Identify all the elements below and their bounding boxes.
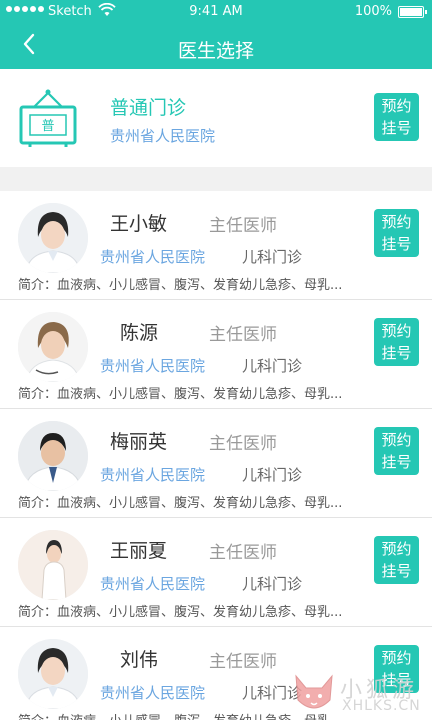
- doctor-avatar: [18, 203, 88, 273]
- doctor-department: 儿科门诊: [242, 357, 303, 375]
- top-bar: Sketch 9:41 AM 100% 医生选择: [0, 0, 432, 69]
- watermark-en: XHLKS.CN: [342, 698, 421, 714]
- doctor-title: 主任医师: [209, 216, 277, 236]
- doctor-hospital: 贵州省人民医院: [100, 466, 206, 484]
- doctor-name: 刘伟: [120, 649, 159, 671]
- book-button[interactable]: 预约 挂号: [374, 209, 419, 257]
- clinic-hospital: 贵州省人民医院: [110, 127, 216, 145]
- doctor-title: 主任医师: [209, 652, 277, 672]
- book-button-line2: 挂号: [381, 562, 412, 580]
- doctor-department: 儿科门诊: [242, 575, 303, 593]
- book-button-line2: 挂号: [381, 344, 412, 362]
- doctor-name: 王小敏: [110, 213, 168, 235]
- doctor-avatar: [18, 530, 88, 600]
- book-button[interactable]: 预约 挂号: [374, 536, 419, 584]
- doctor-title: 主任医师: [209, 434, 277, 454]
- doctor-hospital: 贵州省人民医院: [100, 684, 206, 702]
- doctor-avatar: [18, 421, 88, 491]
- book-button-line2: 挂号: [381, 119, 412, 137]
- clinic-name: 普通门诊: [110, 97, 187, 119]
- doctor-hospital: 贵州省人民医院: [100, 357, 206, 375]
- doctor-intro: 简介：血液病、小儿感冒、腹泻、发育幼儿急疹、母乳...: [18, 387, 343, 402]
- doctor-row[interactable]: 王丽夏 主任医师 贵州省人民医院 儿科门诊 简介：血液病、小儿感冒、腹泻、发育幼…: [0, 518, 432, 627]
- book-button[interactable]: 预约 挂号: [374, 318, 419, 366]
- book-button-line1: 预约: [381, 540, 412, 558]
- doctor-hospital: 贵州省人民医院: [100, 248, 206, 266]
- doctor-intro: 简介：血液病、小儿感冒、腹泻、发育幼儿急疹、母乳...: [18, 278, 343, 293]
- doctor-row[interactable]: 王小敏 主任医师 贵州省人民医院 儿科门诊 简介：血液病、小儿感冒、腹泻、发育幼…: [0, 191, 432, 300]
- doctor-avatar: [18, 312, 88, 382]
- doctor-name: 王丽夏: [110, 540, 168, 562]
- book-button-line1: 预约: [381, 649, 412, 667]
- status-bar: Sketch 9:41 AM 100%: [0, 0, 432, 24]
- doctor-title: 主任医师: [209, 543, 277, 563]
- doctor-department: 儿科门诊: [242, 466, 303, 484]
- battery-icon: [398, 6, 427, 18]
- book-button-line1: 预约: [381, 97, 412, 115]
- battery-percent: 100%: [354, 4, 392, 19]
- doctor-list: 王小敏 主任医师 贵州省人民医院 儿科门诊 简介：血液病、小儿感冒、腹泻、发育幼…: [0, 191, 432, 720]
- section-divider: [0, 167, 432, 191]
- doctor-intro: 简介：血液病、小儿感冒、腹泻、发育幼儿急疹、母乳...: [18, 496, 343, 511]
- page-title: 医生选择: [177, 40, 254, 62]
- book-button-line1: 预约: [381, 213, 412, 231]
- book-button[interactable]: 预约 挂号: [374, 427, 419, 475]
- book-button[interactable]: 预约 挂号: [374, 93, 419, 141]
- doctor-intro: 简介：血液病、小儿感冒、腹泻、发育幼儿急疹、母乳...: [18, 605, 343, 620]
- book-button-line1: 预约: [381, 431, 412, 449]
- book-button-line2: 挂号: [381, 453, 412, 471]
- doctor-name: 陈源: [120, 322, 159, 344]
- doctor-hospital: 贵州省人民医院: [100, 575, 206, 593]
- clinic-sign-label: 普: [41, 119, 54, 134]
- fox-logo-icon: [295, 674, 333, 709]
- clinic-sign-icon: 普: [19, 89, 77, 147]
- doctor-department: 儿科门诊: [242, 248, 303, 266]
- doctor-title: 主任医师: [209, 325, 277, 345]
- watermark: 小狐游 XHLKS.CN: [290, 668, 432, 720]
- general-clinic-row[interactable]: 普 普通门诊 贵州省人民医院 预约 挂号: [0, 69, 432, 167]
- book-button-line2: 挂号: [381, 235, 412, 253]
- doctor-row[interactable]: 陈源 主任医师 贵州省人民医院 儿科门诊 简介：血液病、小儿感冒、腹泻、发育幼儿…: [0, 300, 432, 409]
- doctor-row[interactable]: 梅丽英 主任医师 贵州省人民医院 儿科门诊 简介：血液病、小儿感冒、腹泻、发育幼…: [0, 409, 432, 518]
- book-button-line1: 预约: [381, 322, 412, 340]
- doctor-name: 梅丽英: [110, 431, 168, 453]
- doctor-avatar: [18, 639, 88, 709]
